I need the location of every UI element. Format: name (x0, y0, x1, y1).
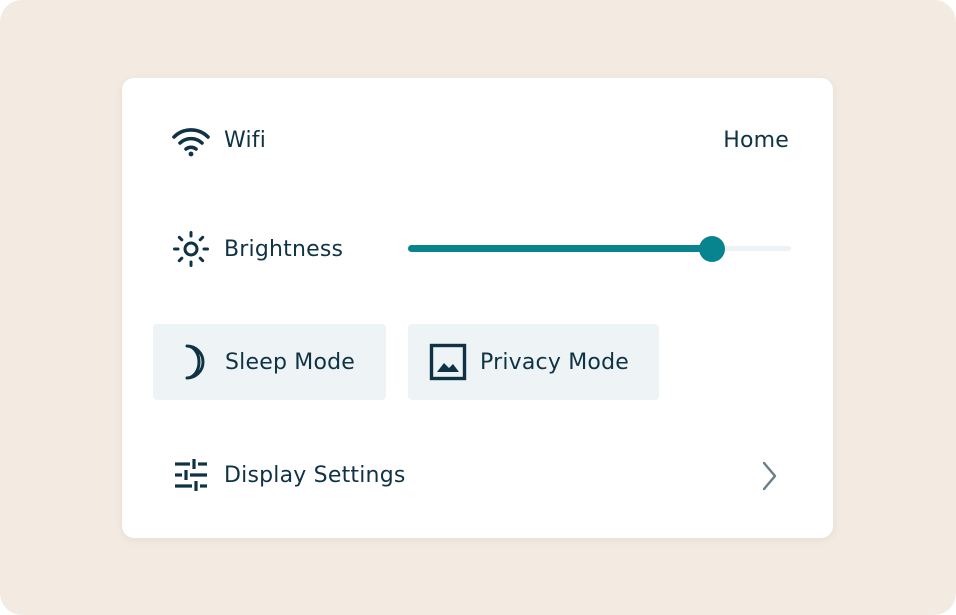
brightness-row: Brightness (172, 228, 343, 270)
page-background: Wifi Home Brightness Sleep Mode Privacy … (0, 0, 956, 615)
brightness-label: Brightness (224, 236, 344, 262)
chevron-right-icon[interactable] (756, 458, 782, 494)
wifi-icon (172, 121, 210, 159)
slider-fill (408, 245, 713, 252)
wifi-network-value[interactable]: Home (723, 120, 789, 160)
wifi-row: Wifi (172, 120, 266, 160)
quick-settings-panel: Wifi Home Brightness Sleep Mode Privacy … (122, 78, 833, 538)
slider-thumb[interactable] (699, 236, 726, 262)
privacy-mode-label: Privacy Mode (480, 349, 629, 375)
brightness-slider[interactable] (408, 236, 791, 262)
privacy-mode-button[interactable]: Privacy Mode (408, 324, 659, 400)
display-settings-label: Display Settings (224, 462, 406, 488)
sleep-mode-label: Sleep Mode (225, 349, 356, 375)
moon-icon (173, 342, 213, 382)
sleep-mode-button[interactable]: Sleep Mode (153, 324, 386, 400)
sliders-icon (172, 456, 210, 494)
sun-icon (172, 230, 210, 268)
display-settings-row[interactable]: Display Settings (172, 454, 406, 496)
image-icon (428, 342, 468, 382)
wifi-label: Wifi (224, 127, 267, 153)
